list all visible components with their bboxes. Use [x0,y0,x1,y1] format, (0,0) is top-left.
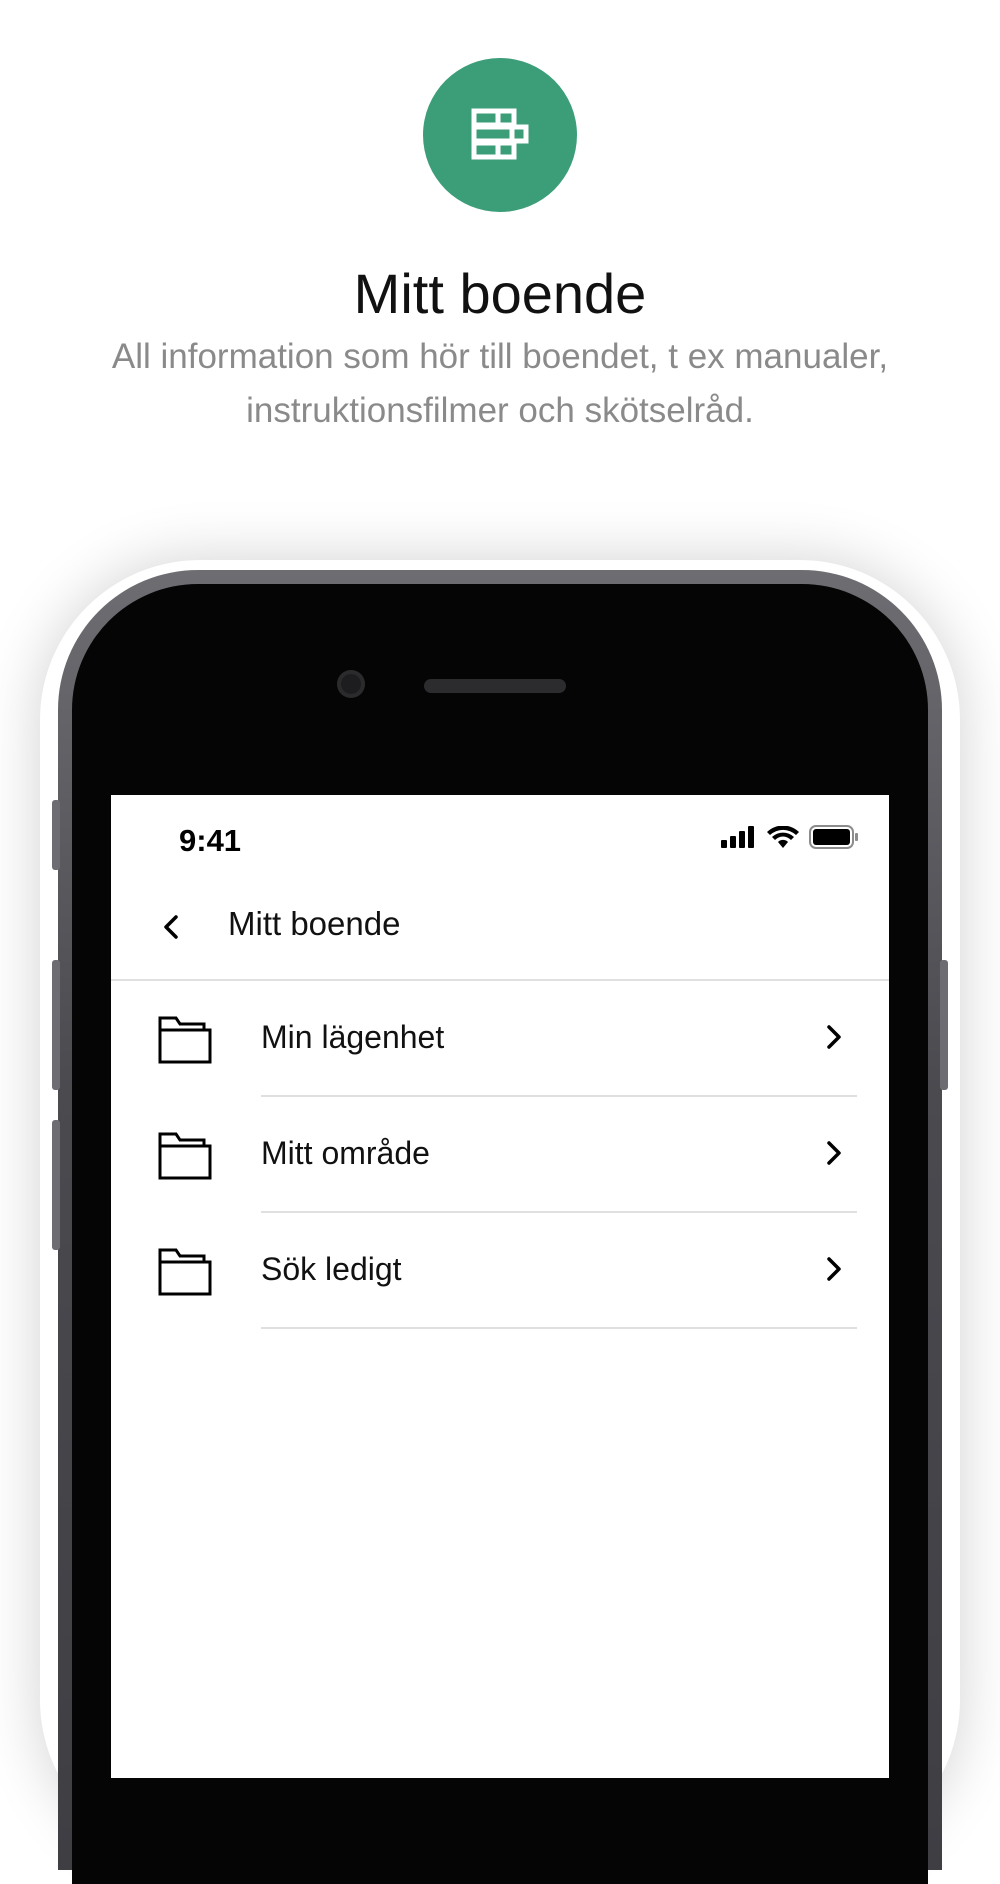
nav-title: Mitt boende [228,905,401,942]
chevron-left-icon [164,915,178,939]
chevron-right-icon [819,1022,849,1052]
page-subtitle: All information som hör till boendet, t … [111,337,889,430]
status-time: 9:41 [179,823,242,858]
list-item[interactable]: Mitt område [111,1097,889,1213]
folder-icon [158,1130,212,1180]
phone-power-button [940,960,948,1090]
folder-icon [158,1246,212,1296]
list-item-label: Sök ledigt [261,1251,402,1287]
battery-icon [809,825,858,849]
phone-mute-switch [52,800,60,870]
hero-badge [423,58,577,212]
status-icons [721,825,859,849]
folder-list: Min lägenhet Mitt område Sök ledigt [111,981,889,1329]
list-item[interactable]: Min lägenhet [111,981,889,1097]
earpiece-speaker [424,679,566,693]
list-item-label: Min lägenhet [261,1019,445,1055]
list-item[interactable]: Sök ledigt [111,1213,889,1329]
phone-volume-up-button [52,960,60,1090]
list-item-label: Mitt område [261,1135,430,1171]
chevron-right-icon [819,1254,849,1284]
wifi-icon [767,826,799,848]
signal-icon [721,826,754,848]
nav-bar: Mitt boende [111,875,889,981]
building-blocks-icon [471,108,529,160]
divider [261,1327,857,1329]
back-button[interactable] [151,907,191,947]
folder-icon [158,1014,212,1064]
phone-volume-down-button [52,1120,60,1250]
front-camera [337,670,365,698]
page-title: Mitt boende [353,262,647,325]
chevron-right-icon [819,1138,849,1168]
phone-screen: 9:41 Mitt boende Min lägenhet Mitt områd… [111,795,889,1778]
